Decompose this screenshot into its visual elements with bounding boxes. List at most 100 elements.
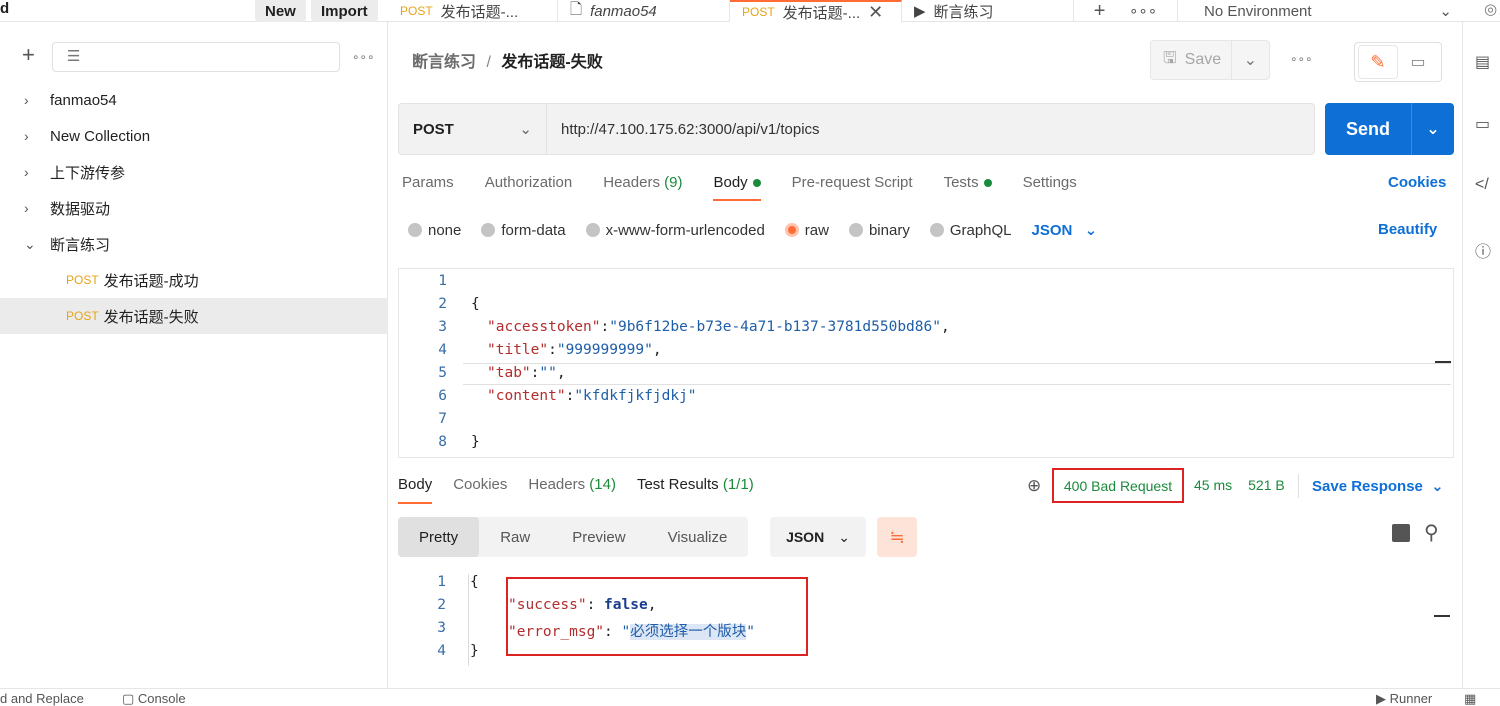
console-label: Console [137, 691, 186, 706]
tab-prerequest[interactable]: Pre-request Script [792, 174, 913, 191]
layout-icon[interactable]: ▦ [1464, 691, 1476, 706]
view-visualize[interactable]: Visualize [647, 517, 749, 557]
url-input[interactable]: http://47.100.175.62:3000/api/v1/topics [547, 121, 820, 138]
cookies-link[interactable]: Cookies [1388, 174, 1446, 191]
breadcrumb-parent[interactable]: 断言练习 [412, 54, 476, 71]
code-line: "title":"999999999", [487, 342, 662, 358]
tab-response-headers[interactable]: Headers (14) [528, 476, 616, 493]
status-badge[interactable]: 400 Bad Request [1052, 468, 1184, 503]
more-icon[interactable]: ∘∘∘ [352, 50, 375, 64]
view-pretty[interactable]: Pretty [398, 517, 480, 557]
send-button[interactable]: Send ⌄ [1325, 103, 1454, 155]
copy-icon[interactable] [1392, 524, 1410, 542]
sidebar-request-success[interactable]: POST 发布话题-成功 [0, 262, 388, 298]
mode-toggle: ✎ ▭ [1354, 42, 1442, 82]
method-select[interactable]: POST ⌄ [399, 104, 547, 154]
tab-response-cookies[interactable]: Cookies [453, 476, 507, 493]
tab-response-body[interactable]: Body [398, 476, 433, 504]
sidebar-item-label: 上下游传参 [50, 164, 126, 182]
find-replace-button[interactable]: d and Replace [0, 691, 84, 706]
globe-icon[interactable]: ⊕ [1027, 476, 1041, 496]
tab-strip: POST 发布话题-... 🗋 fanmao54 POST 发布话题-... ✕… [388, 0, 1178, 22]
tab-title: 发布话题-... [440, 3, 519, 21]
more-icon[interactable]: ∘∘∘ [1129, 2, 1157, 20]
sidebar-item-data-driven[interactable]: › 数据驱动 [0, 190, 388, 226]
plus-icon[interactable]: + [1094, 0, 1106, 22]
response-time[interactable]: 45 ms [1194, 477, 1232, 493]
chevron-down-icon[interactable]: ⌄ [1230, 41, 1269, 79]
comment-icon[interactable]: ▭ [1398, 45, 1438, 79]
url-bar: POST ⌄ http://47.100.175.62:3000/api/v1/… [398, 103, 1315, 155]
tab-runner[interactable]: ▶ 断言练习 [902, 0, 1074, 22]
beautify-link[interactable]: Beautify [1378, 221, 1437, 238]
radio-form-data[interactable]: form-data [481, 221, 566, 239]
radio-label: raw [804, 221, 829, 239]
radio-urlencoded[interactable]: x-www-form-urlencoded [585, 222, 765, 239]
search-icon[interactable]: ⚲ [1424, 520, 1439, 545]
sidebar-item-assertions[interactable]: ⌄ 断言练习 [0, 226, 388, 262]
tab-body[interactable]: Body [713, 174, 761, 201]
import-button[interactable]: Import [311, 0, 378, 22]
environment-label: No Environment [1204, 2, 1312, 20]
chevron-down-icon[interactable]: ⌄ [1411, 103, 1454, 155]
tab-headers[interactable]: Headers (9) [603, 174, 682, 191]
tab-settings[interactable]: Settings [1023, 174, 1077, 191]
sidebar-request-fail[interactable]: POST 发布话题-失败 [0, 298, 388, 334]
chevron-down-icon: ⌄ [24, 235, 36, 252]
eye-icon[interactable]: ◎ [1484, 0, 1497, 18]
code-icon[interactable]: </ [1475, 176, 1493, 196]
radio-graphql[interactable]: GraphQL [929, 222, 1012, 239]
tab-method: POST [400, 4, 433, 18]
format-select[interactable]: JSON ⌄ [1032, 221, 1098, 239]
filter-input[interactable]: ☰ [52, 42, 340, 72]
save-button[interactable]: 🖫 Save ⌄ [1150, 40, 1270, 80]
comments-icon[interactable]: ▭ [1475, 114, 1493, 134]
sidebar-item-new-collection[interactable]: › New Collection [0, 118, 388, 154]
json-key: "title" [487, 342, 549, 358]
code-line: "content":"kfdkfjkfjdkj" [487, 388, 697, 404]
chevron-down-icon: ⌄ [838, 528, 850, 545]
view-raw[interactable]: Raw [479, 517, 551, 557]
scrollbar-thumb[interactable] [1434, 615, 1450, 617]
radio-label: form-data [501, 221, 566, 239]
tab-authorization[interactable]: Authorization [485, 174, 573, 191]
radio-none[interactable]: none [408, 222, 461, 239]
tab-collection[interactable]: 🗋 fanmao54 [558, 0, 730, 22]
radio-raw[interactable]: raw [784, 221, 829, 239]
radio-binary[interactable]: binary [848, 222, 910, 239]
request-body-editor[interactable]: 1 2 3 4 5 6 7 8 { "accesstoken":"9b6f12b… [398, 268, 1454, 458]
save-response-button[interactable]: Save Response ⌄ [1312, 477, 1444, 495]
line-number: 1 [438, 273, 447, 289]
tab-tests[interactable]: Tests [944, 174, 992, 191]
environment-select[interactable]: No Environment ⌄ [1204, 0, 1452, 22]
tab-request-1[interactable]: POST 发布话题-... [388, 0, 558, 22]
info-icon[interactable]: ⓘ [1475, 238, 1493, 261]
breadcrumb-current[interactable]: 发布话题-失败 [501, 54, 602, 71]
radio-icon [585, 222, 600, 237]
tab-test-results[interactable]: Test Results (1/1) [637, 476, 754, 493]
edit-icon[interactable]: ✎ [1358, 45, 1398, 79]
runner-button[interactable]: ▶ Runner [1376, 691, 1432, 706]
tab-request-active[interactable]: POST 发布话题-... ✕ [730, 0, 902, 22]
tab-params[interactable]: Params [402, 174, 454, 191]
more-icon[interactable]: ∘∘∘ [1290, 52, 1313, 66]
new-button[interactable]: New [255, 0, 306, 22]
sidebar-item-fanmao54[interactable]: › fanmao54 [0, 82, 388, 118]
wrap-lines-button[interactable]: ≒ [877, 517, 917, 557]
view-preview[interactable]: Preview [551, 517, 646, 557]
radio-icon [408, 222, 422, 237]
response-size[interactable]: 521 B [1248, 477, 1285, 493]
sidebar-item-upstream[interactable]: › 上下游传参 [0, 154, 388, 190]
response-format-select[interactable]: JSON ⌄ [770, 517, 866, 557]
line-number: 3 [437, 620, 446, 636]
radio-icon [929, 222, 944, 237]
documentation-icon[interactable]: ▤ [1475, 52, 1493, 72]
scrollbar-thumb[interactable] [1435, 361, 1451, 363]
save-response-label: Save Response [1312, 478, 1423, 495]
breadcrumb-separator: / [486, 54, 491, 71]
radio-icon [481, 222, 496, 237]
close-icon[interactable]: ✕ [868, 2, 883, 22]
plus-icon[interactable]: + [22, 44, 35, 66]
headers-count: (14) [589, 476, 616, 493]
console-button[interactable]: ▢ Console [122, 691, 186, 706]
